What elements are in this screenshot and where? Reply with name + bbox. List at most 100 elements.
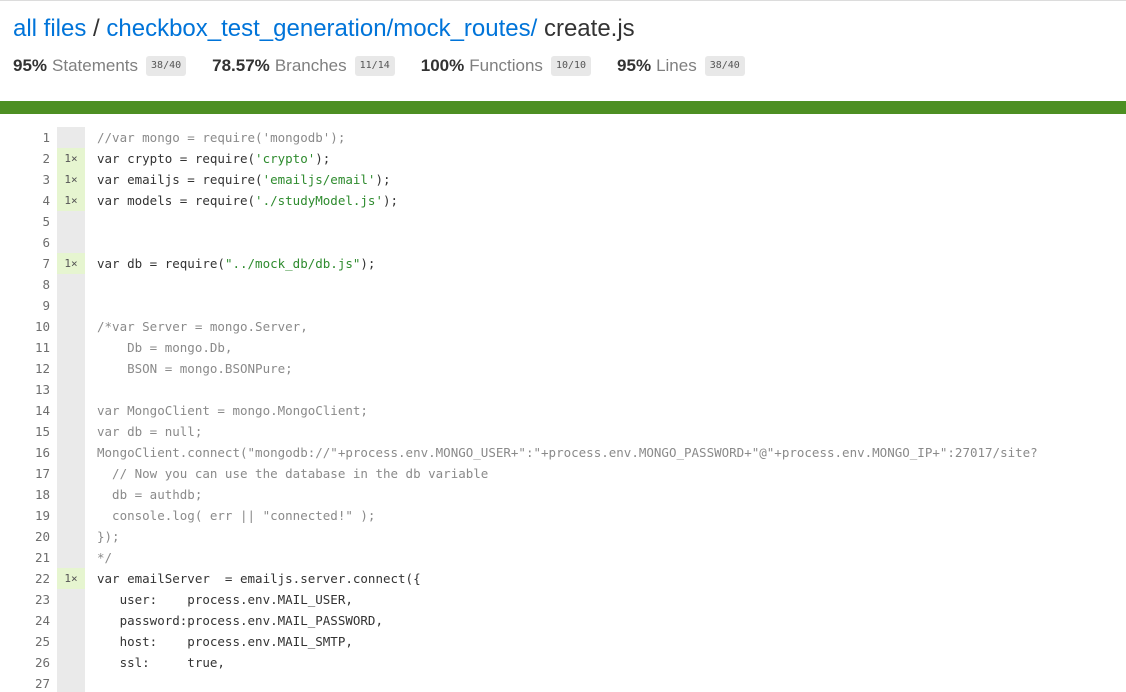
execution-count: 1× [57, 190, 85, 211]
line-number[interactable]: 4 [0, 190, 50, 211]
line-number[interactable]: 12 [0, 358, 50, 379]
line-number[interactable]: 18 [0, 484, 50, 505]
source-text: ssl: true, [97, 655, 225, 670]
source-text: password:process.env.MAIL_PASSWORD, [97, 613, 383, 628]
code-line: 3 1× var emailjs = require('emailjs/email'… [0, 169, 1126, 190]
functions-stat: 100% Functions 10/10 [420, 54, 592, 78]
code-line: 12 BSON = mongo.BSONPure; [0, 358, 1126, 379]
code-line: 7 1× var db = require("../mock_db/db.js"); [0, 253, 1126, 274]
functions-percent: 100% [420, 56, 465, 75]
line-number[interactable]: 2 [0, 148, 50, 169]
execution-count: 1× [57, 253, 85, 274]
line-number[interactable]: 25 [0, 631, 50, 652]
line-number[interactable]: 21 [0, 547, 50, 568]
functions-fraction: 10/10 [550, 56, 592, 76]
code-line: 26 ssl: true, [0, 652, 1126, 673]
code-line: 16 MongoClient.connect("mongodb://"+proce… [0, 442, 1126, 463]
line-number[interactable]: 16 [0, 442, 50, 463]
execution-count [57, 316, 85, 337]
line-number[interactable]: 5 [0, 211, 50, 232]
breadcrumb-separator: / [86, 15, 107, 42]
code-line: 9 [0, 295, 1126, 316]
code-line: 2 1× var crypto = require('crypto'); [0, 148, 1126, 169]
code-line: 23 user: process.env.MAIL_USER, [0, 589, 1126, 610]
source-code-listing: 1 //var mongo = require('mongodb'); 2 1× var… [0, 127, 1126, 692]
source-text: user: process.env.MAIL_USER, [97, 592, 353, 607]
functions-label: Functions [469, 56, 543, 75]
code-line: 25 host: process.env.MAIL_SMTP, [0, 631, 1126, 652]
breadcrumb-filename: create.js [537, 15, 635, 42]
code-line: 10 /*var Server = mongo.Server, [0, 316, 1126, 337]
line-number[interactable]: 15 [0, 421, 50, 442]
execution-count [57, 463, 85, 484]
line-number[interactable]: 14 [0, 400, 50, 421]
line-number[interactable]: 7 [0, 253, 50, 274]
line-number[interactable]: 26 [0, 652, 50, 673]
lines-label: Lines [656, 56, 697, 75]
line-number[interactable]: 1 [0, 127, 50, 148]
execution-count: 1× [57, 568, 85, 589]
line-number[interactable]: 27 [0, 673, 50, 692]
branches-percent: 78.57% [212, 56, 270, 75]
line-number[interactable]: 13 [0, 379, 50, 400]
line-number[interactable]: 23 [0, 589, 50, 610]
code-line: 20}); [0, 526, 1126, 547]
code-line: 19 console.log( err || "connected!" ); [0, 505, 1126, 526]
source-text: host: process.env.MAIL_SMTP, [97, 634, 353, 649]
line-number[interactable]: 6 [0, 232, 50, 253]
source-text: db = authdb; [97, 487, 203, 502]
top-divider [0, 0, 1126, 1]
line-number[interactable]: 17 [0, 463, 50, 484]
line-number[interactable]: 3 [0, 169, 50, 190]
line-number[interactable]: 8 [0, 274, 50, 295]
execution-count [57, 442, 85, 463]
execution-count [57, 421, 85, 442]
line-number[interactable]: 19 [0, 505, 50, 526]
line-number[interactable]: 24 [0, 610, 50, 631]
line-number[interactable]: 10 [0, 316, 50, 337]
source-text: // Now you can use the database in the d… [97, 466, 489, 481]
execution-count [57, 505, 85, 526]
source-text: var db = require("../mock_db/db.js"); [97, 256, 376, 271]
source-text: MongoClient.connect("mongodb://"+process… [97, 445, 1038, 460]
source-text: console.log( err || "connected!" ); [97, 508, 376, 523]
execution-count [57, 631, 85, 652]
code-line: 22 1× var emailServer = emailjs.server.con… [0, 568, 1126, 589]
branches-fraction: 11/14 [354, 56, 395, 76]
code-line: 5 [0, 211, 1126, 232]
string-literal: 'crypto' [255, 151, 316, 166]
execution-count [57, 400, 85, 421]
line-number[interactable]: 9 [0, 295, 50, 316]
branches-stat: 78.57% Branches 11/14 [212, 54, 395, 78]
coverage-summary: 95% Statements 38/40 78.57% Branches 11/… [13, 54, 1126, 78]
branches-label: Branches [274, 56, 347, 75]
string-literal: 'emailjs/email' [262, 172, 376, 187]
line-number[interactable]: 22 [0, 568, 50, 589]
code-line: 18 db = authdb; [0, 484, 1126, 505]
line-number[interactable]: 11 [0, 337, 50, 358]
code-line: 4 1× var models = require('./studyModel.js… [0, 190, 1126, 211]
execution-count [57, 547, 85, 568]
execution-count [57, 232, 85, 253]
execution-count: 1× [57, 148, 85, 169]
execution-count [57, 379, 85, 400]
breadcrumb-all-files-link[interactable]: all files [13, 15, 86, 42]
file-name: create.js [543, 15, 635, 42]
breadcrumb-folder-link[interactable]: checkbox_test_generation/mock_routes/ [106, 15, 537, 42]
source-text: }); [97, 529, 120, 544]
line-number[interactable]: 20 [0, 526, 50, 547]
lines-stat: 95% Lines 38/40 [617, 54, 745, 78]
source-text: var MongoClient = mongo.MongoClient; [97, 403, 368, 418]
code-line: 15 var db = null; [0, 421, 1126, 442]
source-text: */ [97, 550, 113, 565]
string-literal: "../mock_db/db.js" [224, 256, 361, 271]
code-line: 21 */ [0, 547, 1126, 568]
code-line: 17 // Now you can use the database in th… [0, 463, 1126, 484]
execution-count [57, 127, 85, 148]
source-text: var crypto = require('crypto'); [97, 151, 331, 166]
statements-stat: 95% Statements 38/40 [13, 54, 187, 78]
source-text: var models = require('./studyModel.js'); [97, 193, 399, 208]
execution-count [57, 337, 85, 358]
source-text: /*var Server = mongo.Server, [97, 319, 308, 334]
string-literal: './studyModel.js' [255, 193, 383, 208]
